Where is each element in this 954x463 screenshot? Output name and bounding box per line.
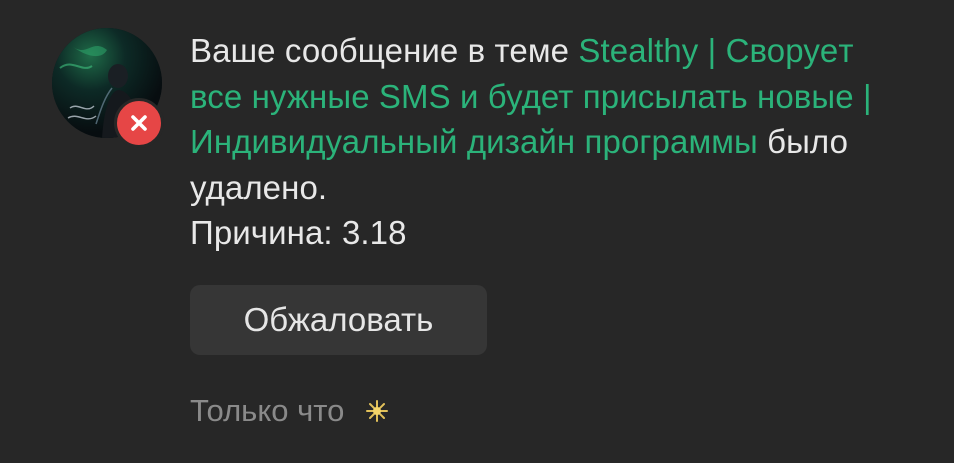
notification-footer: Только что	[190, 393, 390, 429]
removal-reason: Причина: 3.18	[190, 214, 407, 251]
avatar-container	[52, 28, 164, 148]
notification-item: Ваше сообщение в теме Stealthy | Своруeт…	[0, 0, 954, 463]
close-icon	[131, 115, 147, 131]
sparkle-icon	[366, 400, 389, 422]
notification-message: Ваше сообщение в теме Stealthy | Своруeт…	[190, 28, 880, 256]
timestamp: Только что	[190, 393, 345, 428]
appeal-button[interactable]: Обжаловать	[190, 285, 487, 355]
message-prefix: Ваше сообщение в теме	[190, 32, 579, 69]
removed-status-badge	[114, 98, 164, 148]
